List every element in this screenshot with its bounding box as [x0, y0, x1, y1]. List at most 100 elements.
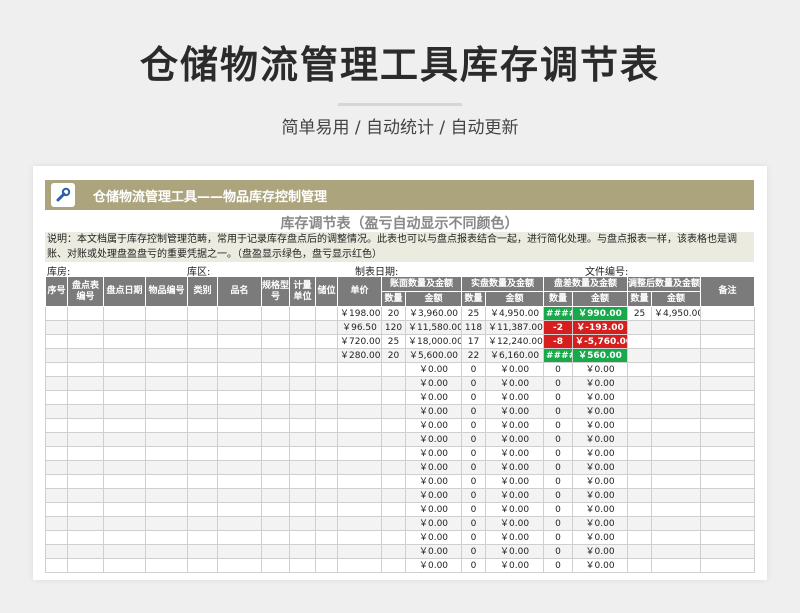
table-cell[interactable]	[289, 516, 316, 531]
table-cell[interactable]	[45, 530, 68, 545]
table-cell[interactable]	[217, 516, 262, 531]
table-cell[interactable]	[187, 516, 218, 531]
table-cell[interactable]	[289, 320, 316, 335]
actual-qty-cell[interactable]: 0	[461, 502, 487, 517]
table-cell[interactable]	[289, 376, 316, 391]
diff-qty-cell[interactable]: 0	[543, 558, 574, 573]
table-cell[interactable]	[103, 502, 146, 517]
table-cell[interactable]	[103, 334, 146, 349]
book-qty-cell[interactable]	[381, 516, 406, 531]
table-cell[interactable]	[103, 488, 146, 503]
diff-qty-cell[interactable]: 0	[543, 390, 574, 405]
diff-qty-cell[interactable]: 0	[543, 530, 574, 545]
table-cell[interactable]	[145, 306, 188, 321]
table-cell[interactable]	[261, 334, 290, 349]
table-cell[interactable]	[315, 334, 338, 349]
actual-qty-cell[interactable]: 17	[461, 334, 487, 349]
book-amount-cell[interactable]: ￥0.00	[404, 516, 463, 531]
table-cell[interactable]	[187, 362, 218, 377]
adjusted-qty-cell[interactable]	[627, 334, 653, 349]
book-qty-cell[interactable]: 25	[381, 334, 406, 349]
actual-amount-cell[interactable]: ￥0.00	[485, 516, 545, 531]
actual-amount-cell[interactable]: ￥4,950.00	[485, 306, 545, 321]
diff-amount-cell[interactable]: ￥990.00	[572, 306, 629, 321]
table-cell[interactable]	[103, 460, 146, 475]
actual-qty-cell[interactable]: 22	[461, 348, 487, 363]
book-qty-cell[interactable]	[381, 558, 406, 573]
book-qty-cell[interactable]	[381, 502, 406, 517]
table-cell[interactable]	[45, 544, 68, 559]
diff-amount-cell[interactable]: ￥0.00	[572, 376, 629, 391]
actual-amount-cell[interactable]: ￥0.00	[485, 362, 545, 377]
actual-amount-cell[interactable]: ￥0.00	[485, 488, 545, 503]
adjusted-qty-cell[interactable]	[627, 460, 653, 475]
book-qty-cell[interactable]	[381, 390, 406, 405]
book-amount-cell[interactable]: ￥0.00	[404, 390, 463, 405]
table-cell[interactable]	[67, 362, 104, 377]
table-cell[interactable]	[261, 404, 290, 419]
table-cell[interactable]	[45, 390, 68, 405]
table-cell[interactable]	[261, 432, 290, 447]
table-cell[interactable]	[217, 460, 262, 475]
table-cell[interactable]	[187, 446, 218, 461]
book-amount-cell[interactable]: ￥18,000.00	[404, 334, 463, 349]
table-cell[interactable]	[67, 516, 104, 531]
table-cell[interactable]	[289, 460, 316, 475]
actual-qty-cell[interactable]: 25	[461, 306, 487, 321]
price-cell[interactable]	[337, 488, 382, 503]
table-cell[interactable]	[261, 488, 290, 503]
table-cell[interactable]	[289, 544, 316, 559]
price-cell[interactable]	[337, 530, 382, 545]
table-cell[interactable]	[217, 488, 262, 503]
actual-qty-cell[interactable]: 0	[461, 376, 487, 391]
actual-qty-cell[interactable]: 0	[461, 516, 487, 531]
table-cell[interactable]	[187, 390, 218, 405]
table-cell[interactable]	[67, 404, 104, 419]
table-cell[interactable]	[45, 432, 68, 447]
table-cell[interactable]	[315, 446, 338, 461]
adjusted-qty-cell[interactable]	[627, 544, 653, 559]
table-cell[interactable]	[67, 320, 104, 335]
table-cell[interactable]	[67, 474, 104, 489]
table-cell[interactable]	[217, 390, 262, 405]
remark-cell[interactable]	[700, 306, 756, 321]
table-cell[interactable]	[45, 460, 68, 475]
table-cell[interactable]	[145, 348, 188, 363]
price-cell[interactable]: ￥720.00	[337, 334, 382, 349]
adjusted-amount-cell[interactable]	[651, 432, 702, 447]
table-cell[interactable]	[187, 488, 218, 503]
adjusted-amount-cell[interactable]	[651, 404, 702, 419]
remark-cell[interactable]	[700, 390, 756, 405]
table-cell[interactable]	[145, 446, 188, 461]
table-cell[interactable]	[289, 362, 316, 377]
remark-cell[interactable]	[700, 432, 756, 447]
book-qty-cell[interactable]	[381, 446, 406, 461]
remark-cell[interactable]	[700, 460, 756, 475]
table-cell[interactable]	[289, 474, 316, 489]
table-cell[interactable]	[315, 306, 338, 321]
table-cell[interactable]	[67, 558, 104, 573]
table-cell[interactable]	[187, 306, 218, 321]
remark-cell[interactable]	[700, 404, 756, 419]
table-cell[interactable]	[145, 516, 188, 531]
remark-cell[interactable]	[700, 376, 756, 391]
book-qty-cell[interactable]	[381, 460, 406, 475]
table-cell[interactable]	[315, 516, 338, 531]
table-cell[interactable]	[315, 418, 338, 433]
table-cell[interactable]	[45, 334, 68, 349]
table-cell[interactable]	[67, 432, 104, 447]
table-cell[interactable]	[45, 502, 68, 517]
book-amount-cell[interactable]: ￥0.00	[404, 404, 463, 419]
table-cell[interactable]	[145, 376, 188, 391]
price-cell[interactable]	[337, 362, 382, 377]
diff-amount-cell[interactable]: ￥0.00	[572, 418, 629, 433]
table-cell[interactable]	[45, 348, 68, 363]
adjusted-amount-cell[interactable]	[651, 460, 702, 475]
table-cell[interactable]	[217, 474, 262, 489]
adjusted-qty-cell[interactable]	[627, 488, 653, 503]
table-cell[interactable]	[45, 320, 68, 335]
table-cell[interactable]	[145, 544, 188, 559]
price-cell[interactable]	[337, 404, 382, 419]
table-cell[interactable]	[187, 474, 218, 489]
actual-amount-cell[interactable]: ￥0.00	[485, 418, 545, 433]
